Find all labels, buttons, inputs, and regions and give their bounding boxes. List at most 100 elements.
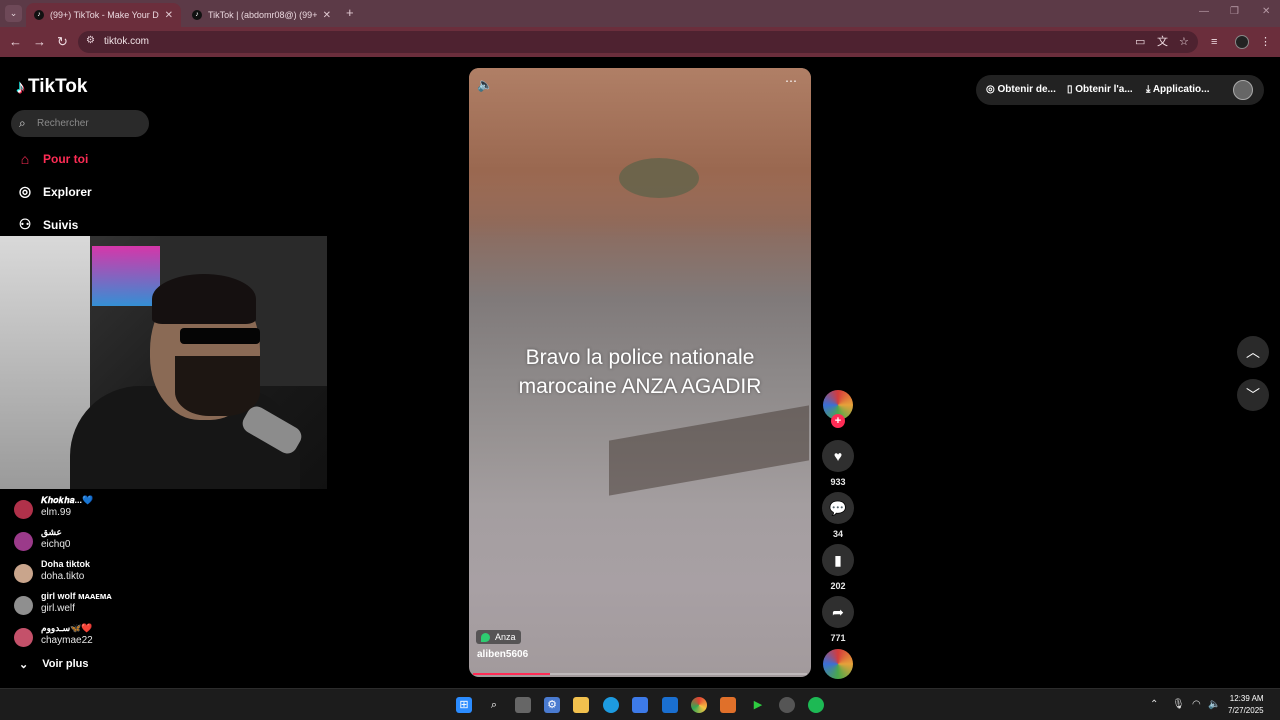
app-a-icon[interactable]: [720, 697, 736, 713]
account-username: chaymae22: [41, 635, 93, 646]
desktop-app-label: Applicatio...: [1152, 84, 1210, 95]
outlook-icon[interactable]: [662, 697, 678, 713]
followed-account[interactable]: girl wolf ᴍᴀᴀᴇᴍᴀ girl.welf: [14, 591, 174, 621]
close-window-icon[interactable]: ✕: [1262, 6, 1270, 17]
minimize-icon[interactable]: —: [1199, 6, 1209, 17]
get-app-button[interactable]: ▯ Obtenir l'a...: [1067, 84, 1133, 95]
user-avatar[interactable]: [1233, 80, 1253, 100]
reload-icon[interactable]: ↻: [57, 34, 68, 50]
address-bar[interactable]: ⚙ tiktok.com: [78, 31, 1198, 53]
profile-avatar[interactable]: [1235, 35, 1249, 49]
more-options-icon[interactable]: ⋯: [785, 74, 797, 88]
close-tab-icon[interactable]: ✕: [165, 10, 173, 21]
progress-fill: [473, 673, 550, 675]
follow-plus-icon[interactable]: +: [831, 414, 845, 428]
avatar: [14, 596, 33, 615]
caption-line: marocaine ANZA AGADIR: [518, 375, 762, 398]
tab-tiktok-active[interactable]: ♪ (99+) TikTok - Make Your Day ✕: [26, 3, 181, 27]
see-more-button[interactable]: ⌄ Voir plus: [19, 658, 88, 671]
video-player[interactable]: 🔈 ⋯ Bravo la police nationale marocaine …: [469, 68, 811, 677]
bookmark-icon[interactable]: ▮: [822, 544, 854, 576]
restore-icon[interactable]: ❐: [1230, 6, 1239, 17]
close-tab-icon[interactable]: ✕: [323, 10, 331, 21]
windows-start-icon[interactable]: ⊞: [456, 697, 472, 713]
speaker-icon[interactable]: 🔈: [1208, 699, 1220, 710]
following-user-icon: ⚇: [18, 216, 32, 232]
account-name: عشق: [41, 527, 62, 537]
cast-icon[interactable]: ▭: [1135, 35, 1145, 49]
like-action[interactable]: ♥ 933: [822, 440, 854, 487]
next-video-button[interactable]: ﹀: [1237, 379, 1269, 411]
chrome-profile-icon[interactable]: [779, 697, 795, 713]
translate-icon[interactable]: 文: [1157, 35, 1168, 49]
account-name: Doha tiktok: [41, 559, 91, 569]
avatar: [14, 532, 33, 551]
play-icon[interactable]: ▶: [750, 697, 766, 713]
browser-toolbar: ← → ↻ ⚙ tiktok.com ▭ 文 ☆ ≡ ⋮: [0, 27, 1280, 57]
webcam-overlay: [0, 236, 327, 489]
chevron-up-icon: ︿: [1246, 344, 1260, 360]
heart-icon[interactable]: ♥: [822, 440, 854, 472]
tab-tiktok-profile[interactable]: ♪ TikTok | (abdomr08@) زربر (+99) ✕: [184, 3, 339, 27]
account-username: eichq0: [41, 539, 71, 550]
video-author[interactable]: aliben5606: [477, 649, 528, 660]
nav-label: Explorer: [43, 184, 92, 199]
followed-account[interactable]: Doha tiktok doha.tikto: [14, 559, 174, 589]
tray-overflow-icon[interactable]: ⌃: [1150, 699, 1158, 710]
location-tag[interactable]: Anza: [476, 630, 521, 644]
chrome-icon[interactable]: [691, 697, 707, 713]
edge-browser-icon[interactable]: [603, 697, 619, 713]
site-info-icon[interactable]: ⚙: [86, 35, 95, 46]
comment-count: 34: [832, 529, 843, 539]
bookmark-star-icon[interactable]: ☆: [1179, 35, 1189, 49]
followed-account[interactable]: 𝑲𝒉𝒐𝒌𝒉𝒂...💙 elm.99: [14, 495, 174, 525]
microphone-icon[interactable]: 🎙: [1172, 699, 1185, 710]
comment-icon[interactable]: 💬: [822, 492, 854, 524]
task-view-icon[interactable]: [515, 697, 531, 713]
caption-line: Bravo la police nationale: [525, 346, 755, 369]
system-clock[interactable]: 12:39 AM 7/27/2025: [1228, 693, 1264, 717]
get-coins-button[interactable]: ◎ Obtenir de...: [986, 84, 1056, 95]
search-icon[interactable]: ⌕: [486, 697, 502, 713]
music-disc-icon[interactable]: [823, 649, 853, 679]
comment-action[interactable]: 💬 34: [822, 492, 854, 539]
search-input[interactable]: ⌕ Rechercher: [11, 110, 149, 137]
video-caption: Bravo la police nationale marocaine ANZA…: [469, 343, 811, 401]
tab-search-button[interactable]: ⌄: [5, 5, 22, 22]
back-icon[interactable]: ←: [9, 34, 22, 50]
followed-account[interactable]: سـدووم🦋❤️ chaymae22: [14, 623, 174, 653]
tiktok-logo[interactable]: ♪ TikTok: [16, 76, 87, 98]
file-explorer-icon[interactable]: [573, 697, 589, 713]
settings-gear-icon[interactable]: ⚙: [544, 697, 560, 713]
account-name: 𝑲𝒉𝒐𝒌𝒉𝒂...💙: [41, 495, 94, 505]
nav-for-you[interactable]: ⌂ Pour toi: [16, 151, 89, 167]
followed-account[interactable]: عشق eichq0: [14, 527, 174, 557]
search-icon: ⌕: [19, 116, 26, 130]
location-pin-icon: [481, 632, 490, 642]
nav-label: Suivis: [43, 217, 79, 232]
spotify-icon[interactable]: [808, 697, 824, 713]
save-action[interactable]: ▮ 202: [822, 544, 854, 591]
desktop-app-button[interactable]: ⤓ Applicatio...: [1146, 84, 1210, 95]
microsoft-store-icon[interactable]: [632, 697, 648, 713]
save-count: 202: [830, 581, 846, 591]
chevron-down-icon: ⌄: [19, 659, 29, 671]
reading-list-icon[interactable]: ≡: [1211, 35, 1217, 49]
previous-video-button[interactable]: ︿: [1237, 336, 1269, 368]
video-progress-bar[interactable]: [473, 673, 807, 675]
clock-time: 12:39 AM: [1229, 694, 1264, 703]
new-tab-button[interactable]: +: [346, 5, 354, 20]
account-username: elm.99: [41, 507, 72, 518]
forward-icon[interactable]: →: [33, 34, 46, 50]
share-icon[interactable]: ➦: [822, 596, 854, 628]
avatar: [14, 500, 33, 519]
nav-explore[interactable]: ◎ Explorer: [16, 183, 92, 200]
clock-date: 7/27/2025: [1228, 706, 1264, 715]
nav-following[interactable]: ⚇ Suivis: [16, 216, 79, 233]
account-name: girl wolf ᴍᴀᴀᴇᴍᴀ: [41, 591, 112, 601]
wifi-icon[interactable]: ◠: [1192, 699, 1201, 710]
compass-icon: ◎: [18, 183, 32, 199]
chrome-menu-icon[interactable]: ⋮: [1260, 35, 1271, 49]
volume-icon[interactable]: 🔈: [477, 77, 493, 93]
share-action[interactable]: ➦ 771: [822, 596, 854, 643]
